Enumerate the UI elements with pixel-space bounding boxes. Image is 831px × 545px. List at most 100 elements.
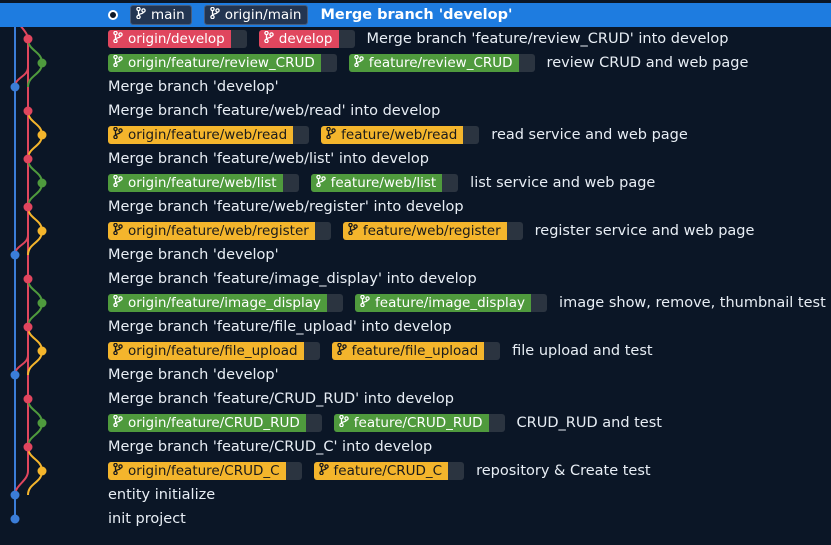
commit-row[interactable]: Merge branch 'feature/image_display' int… [0,267,831,291]
branch-ref-tag[interactable]: feature/web/list [310,174,459,192]
commit-row[interactable]: Merge branch 'feature/web/read' into dev… [0,99,831,123]
branch-ref-chip: feature/web/read [321,126,464,144]
branch-ref-label: origin/develop [128,31,225,47]
branch-ref-tag[interactable]: feature/web/read [321,126,480,144]
commit-row[interactable]: Merge branch 'feature/file_upload' into … [0,315,831,339]
branch-ref-label: feature/CRUD_C [333,463,443,479]
branch-ref-label: feature/CRUD_RUD [353,415,483,431]
commit-row[interactable]: origin/feature/web/list feature/web/list l… [0,171,831,195]
commit-message: read service and web page [491,127,688,143]
commit-message: repository & Create test [476,463,651,479]
branch-icon [209,6,220,23]
commit-row[interactable]: origin/feature/CRUD_C feature/CRUD_C repos… [0,459,831,483]
branch-ref-tag[interactable]: origin/feature/web/read [108,126,310,144]
commit-row-content: origin/feature/web/register feature/web/r… [108,219,754,243]
commit-row[interactable]: main origin/main Merge branch 'develop' [0,3,831,27]
commit-row[interactable]: Merge branch 'feature/CRUD_C' into devel… [0,435,831,459]
branch-ref-chip: main [131,6,191,24]
commit-row-content: origin/feature/web/list feature/web/list l… [108,171,655,195]
commit-row[interactable]: origin/feature/web/register feature/web/r… [0,219,831,243]
commit-row[interactable]: Merge branch 'develop' [0,75,831,99]
branch-ref-tag[interactable]: feature/image_display [355,294,548,312]
commit-row[interactable]: Merge branch 'develop' [0,363,831,387]
branch-ref-label: origin/main [224,7,302,23]
branch-ref-tag[interactable]: feature/file_upload [331,342,501,360]
branch-ref-tag[interactable]: feature/CRUD_RUD [333,414,505,432]
branch-ref-chip: origin/feature/review_CRUD [108,54,321,72]
branch-icon [113,414,123,431]
branch-ref-tag[interactable]: feature/web/register [342,222,523,240]
commit-row[interactable]: origin/feature/image_display feature/imag… [0,291,831,315]
branch-icon [263,30,274,47]
branch-ref-tag[interactable]: origin/main [203,5,309,25]
commit-row[interactable]: origin/feature/web/read feature/web/read r… [0,123,831,147]
branch-ref-tag[interactable]: main [130,5,192,25]
commit-row[interactable]: entity initialize [0,483,831,507]
branch-ref-label: feature/web/list [330,175,437,191]
branch-icon [113,54,123,71]
commit-message: image show, remove, thumbnail test [559,295,826,311]
branch-ref-chip: feature/web/list [310,174,443,192]
commit-row-content: origin/feature/image_display feature/imag… [108,291,826,315]
commit-message: Merge branch 'feature/web/list' into dev… [108,151,429,167]
branch-ref-chip: origin/feature/CRUD_RUD [108,414,306,432]
branch-ref-chip: origin/feature/web/list [108,174,283,192]
commit-row[interactable]: Merge branch 'feature/CRUD_RUD' into dev… [0,387,831,411]
branch-ref-tag[interactable]: origin/feature/web/list [108,174,299,192]
commit-message: Merge branch 'develop' [320,7,513,23]
branch-ref-tag[interactable]: origin/feature/CRUD_RUD [108,414,322,432]
branch-icon [354,54,364,71]
commit-message: Merge branch 'feature/review_CRUD' into … [366,31,729,47]
commit-message: Merge branch 'feature/CRUD_RUD' into dev… [108,391,454,407]
branch-ref-chip: origin/feature/image_display [108,294,328,312]
commit-row-content: Merge branch 'feature/web/read' into dev… [108,99,440,123]
commit-row[interactable]: Merge branch 'feature/web/register' into… [0,195,831,219]
commit-row-content: Merge branch 'feature/web/register' into… [108,195,464,219]
commit-message: Merge branch 'develop' [108,79,279,95]
branch-ref-label: feature/web/read [341,127,458,143]
branch-ref-label: origin/feature/web/read [128,127,288,143]
commit-row-content: origin/feature/CRUD_C feature/CRUD_C repos… [108,459,651,483]
branch-ref-tag[interactable]: develop [258,30,355,48]
commit-row-content: Merge branch 'feature/web/list' into dev… [108,147,429,171]
branch-ref-chip: feature/CRUD_C [313,462,449,480]
branch-icon [113,222,123,239]
commit-row-content: origin/feature/file_upload feature/file_u… [108,339,653,363]
commit-row-content: origin/feature/web/read feature/web/read r… [108,123,688,147]
commit-row[interactable]: init project [0,507,831,531]
branch-ref-tag[interactable]: feature/CRUD_C [313,462,465,480]
commit-row[interactable]: origin/feature/CRUD_RUD feature/CRUD_RUD C… [0,411,831,435]
branch-ref-label: feature/web/register [362,223,501,239]
branch-ref-chip: origin/feature/web/read [108,126,294,144]
commit-row[interactable]: Merge branch 'develop' [0,243,831,267]
branch-ref-chip: feature/web/register [342,222,507,240]
commit-row-content: Merge branch 'develop' [108,363,279,387]
branch-ref-chip: feature/file_upload [331,342,485,360]
branch-icon [315,174,326,191]
commit-message: file upload and test [512,343,653,359]
branch-icon [348,222,358,239]
branch-ref-label: feature/review_CRUD [368,55,513,71]
branch-ref-label: origin/feature/image_display [128,295,322,311]
commit-row-content: origin/feature/review_CRUD feature/review… [108,51,748,75]
commit-row[interactable]: origin/feature/file_upload feature/file_u… [0,339,831,363]
branch-ref-tag[interactable]: origin/feature/image_display [108,294,344,312]
commit-row[interactable]: origin/develop develop Merge branch 'featu… [0,27,831,51]
branch-ref-tag[interactable]: origin/develop [108,30,247,48]
branch-ref-tag[interactable]: origin/feature/CRUD_C [108,462,302,480]
commit-message: CRUD_RUD and test [516,415,662,431]
commit-message: entity initialize [108,487,216,503]
branch-icon [113,294,123,311]
branch-icon [326,126,336,143]
commit-row-content: origin/develop develop Merge branch 'featu… [108,27,729,51]
branch-ref-tag[interactable]: origin/feature/file_upload [108,342,320,360]
branch-icon [339,414,349,431]
branch-ref-tag[interactable]: origin/feature/web/register [108,222,331,240]
branch-ref-label: origin/feature/review_CRUD [128,55,315,71]
branch-icon [113,342,123,359]
commit-row[interactable]: origin/feature/review_CRUD feature/review… [0,51,831,75]
branch-ref-tag[interactable]: feature/review_CRUD [348,54,535,72]
commit-row-content: init project [108,507,186,531]
branch-ref-tag[interactable]: origin/feature/review_CRUD [108,54,337,72]
commit-row[interactable]: Merge branch 'feature/web/list' into dev… [0,147,831,171]
